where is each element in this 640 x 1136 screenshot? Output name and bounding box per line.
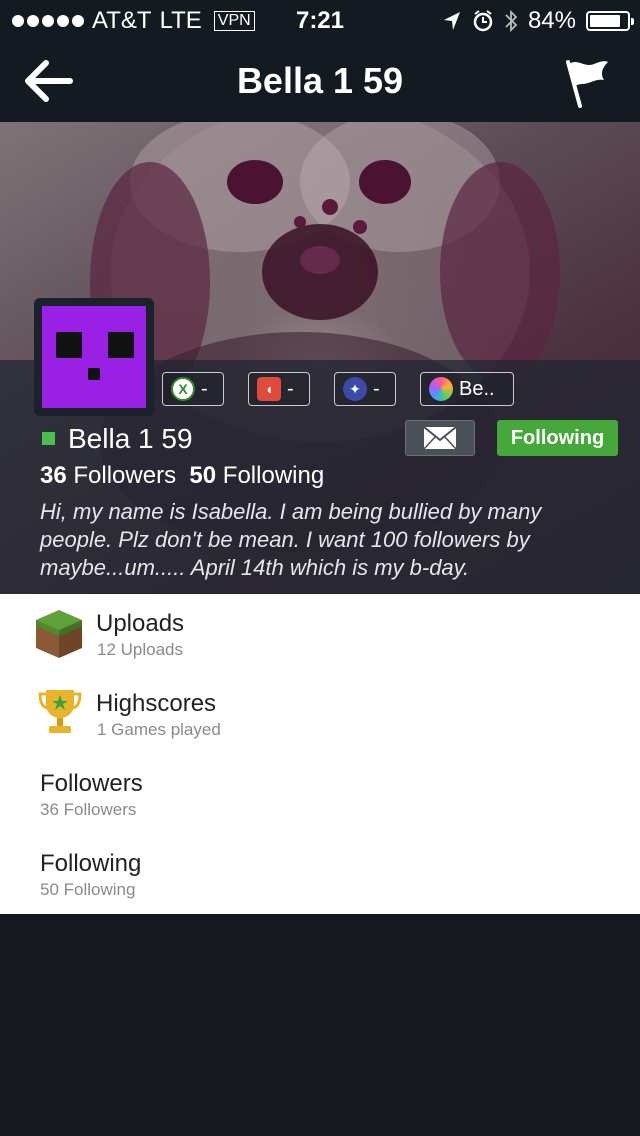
menu-item-subtitle: 12 Uploads — [97, 640, 184, 659]
flag-icon — [566, 60, 608, 108]
location-arrow-icon — [443, 12, 460, 30]
playstation-badge[interactable]: ✦ - — [334, 372, 396, 406]
menu-item-highscores[interactable]: Highscores 1 Games played — [0, 674, 640, 754]
menu-item-title: Followers — [40, 770, 143, 797]
menu-item-title: Uploads — [96, 610, 185, 637]
platform-badges: X - ◖ - ✦ - Be.. — [0, 372, 640, 410]
xbox-badge[interactable]: X - — [162, 372, 224, 406]
status-bar: AT&T LTE VPN 7:21 84% — [0, 0, 640, 40]
xbox-icon: X — [171, 377, 195, 401]
grass-block-icon — [36, 610, 82, 658]
status-right: 84% — [442, 7, 634, 35]
menu-item-followers[interactable]: Followers 36 Followers — [0, 754, 640, 834]
menu-item-title: Highscores — [96, 690, 217, 717]
profile-menu: Uploads 12 Uploads Highscores 1 Games pl… — [0, 594, 640, 914]
following-button[interactable]: Following — [497, 420, 618, 456]
profile-bio: Hi, my name is Isabella. I am being bull… — [40, 499, 542, 580]
menu-item-title: Following — [40, 850, 142, 877]
menu-item-subtitle: 50 Following — [40, 880, 136, 899]
follow-counts: 36 Followers 50 Following — [40, 462, 324, 490]
navigation-bar: Bella 1 59 — [0, 40, 640, 122]
menu-item-following[interactable]: Following 50 Following — [0, 834, 640, 914]
apple-game-center-icon: ◖ — [257, 377, 281, 401]
alarm-clock-icon — [473, 10, 493, 32]
app-badge[interactable]: ◖ - — [248, 372, 310, 406]
game-center-icon — [429, 377, 453, 401]
menu-item-subtitle: 36 Followers — [40, 800, 137, 819]
bluetooth-icon — [505, 9, 518, 33]
followers-label[interactable]: Followers — [73, 462, 176, 489]
profile-username: Bella 1 59 — [68, 423, 193, 454]
online-status-indicator — [42, 432, 55, 445]
playstation-icon: ✦ — [343, 377, 367, 401]
envelope-icon — [423, 426, 457, 450]
following-count[interactable]: 50 — [189, 462, 216, 489]
report-flag-button[interactable] — [564, 56, 612, 108]
battery-percent: 84% — [527, 7, 576, 34]
menu-item-uploads[interactable]: Uploads 12 Uploads — [0, 594, 640, 674]
trophy-icon — [38, 690, 82, 733]
menu-item-subtitle: 1 Games played — [97, 720, 221, 739]
following-label[interactable]: Following — [223, 462, 324, 489]
game-center-badge[interactable]: Be.. — [420, 372, 514, 406]
followers-count[interactable]: 36 — [40, 462, 67, 489]
battery-icon — [586, 11, 634, 31]
message-button[interactable] — [405, 420, 475, 456]
page-title: Bella 1 59 — [236, 60, 404, 101]
